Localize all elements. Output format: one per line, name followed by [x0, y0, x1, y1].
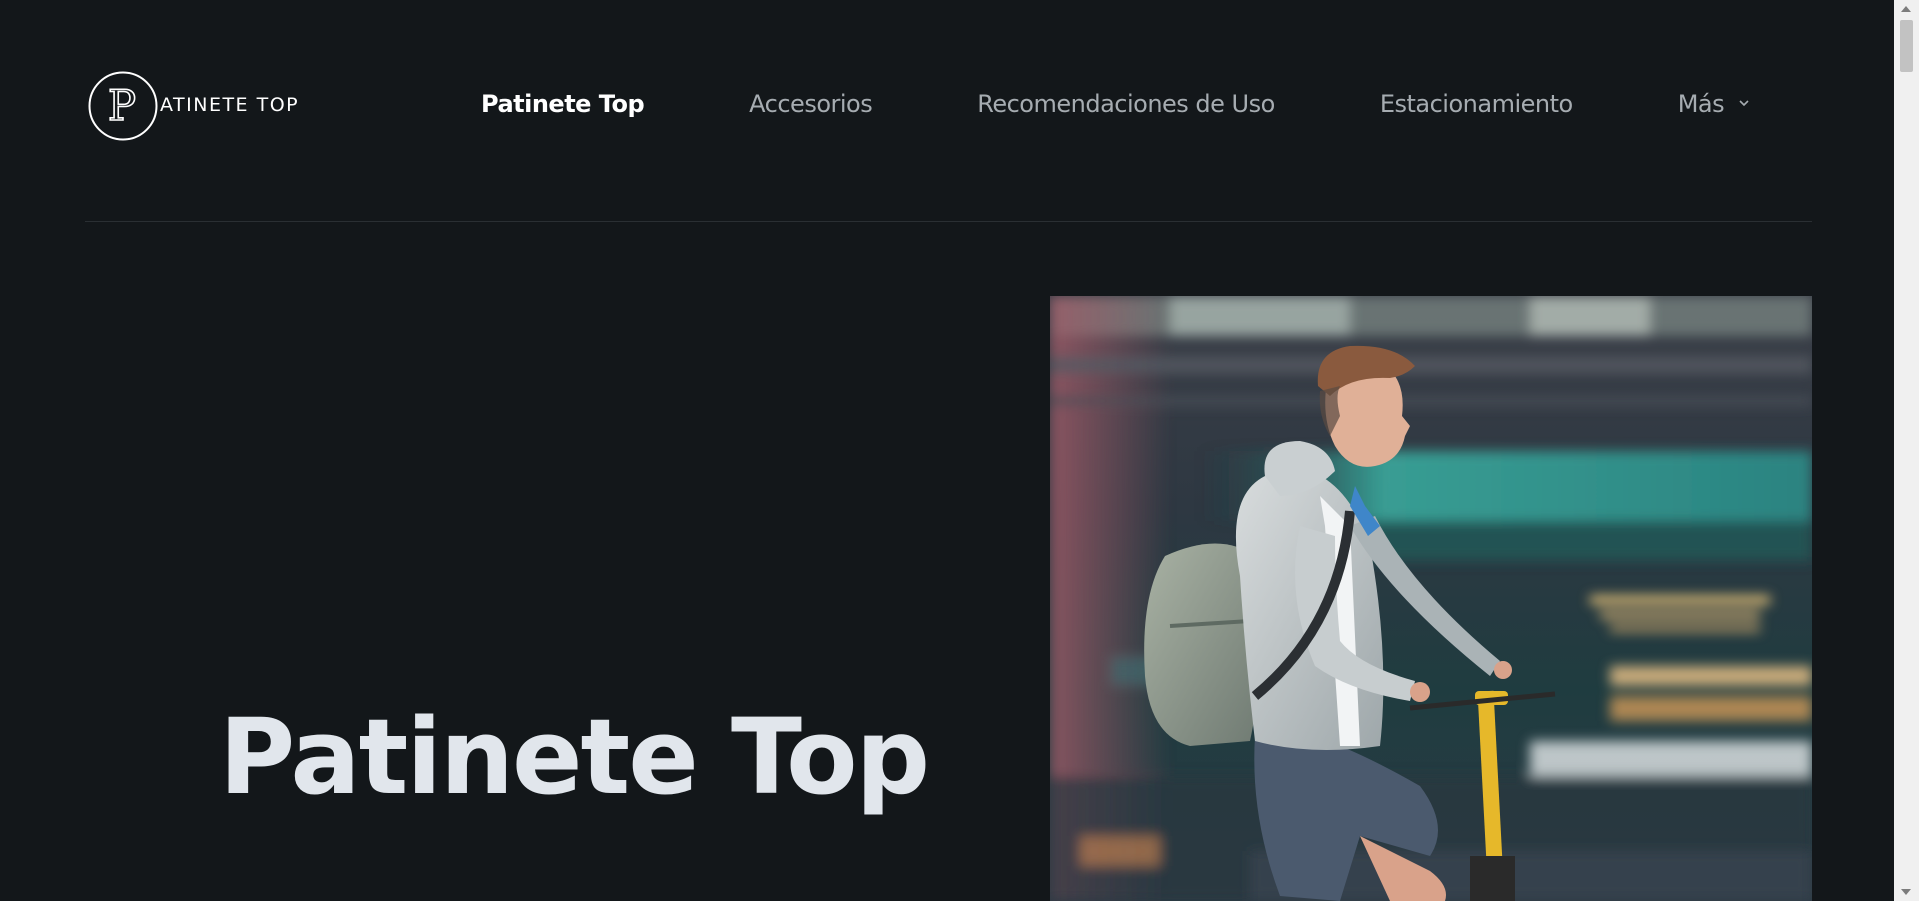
- nav-item-recomendaciones-de-uso[interactable]: Recomendaciones de Uso: [977, 90, 1275, 118]
- nav-more-label: Más: [1677, 90, 1725, 118]
- hero-title: Patinete Top: [219, 696, 930, 818]
- nav-item-accesorios[interactable]: Accesorios: [749, 90, 873, 118]
- page: P ATINETE TOP Patinete Top Accesorios Re…: [0, 0, 1919, 901]
- main-nav: Patinete Top Accesorios Recomendaciones …: [481, 90, 1750, 118]
- site-logo[interactable]: P ATINETE TOP: [88, 71, 299, 141]
- circle-p-logo-icon: P: [88, 71, 158, 141]
- scrollbar-thumb[interactable]: [1900, 20, 1913, 72]
- chevron-down-icon: [1739, 99, 1749, 106]
- vertical-scrollbar[interactable]: [1894, 0, 1919, 901]
- nav-more-dropdown[interactable]: Más: [1678, 90, 1750, 118]
- scroll-up-arrow-icon[interactable]: [1901, 6, 1911, 12]
- logo-wordmark: ATINETE TOP: [160, 93, 300, 116]
- logo-letter: P: [108, 81, 136, 130]
- nav-item-patinete-top[interactable]: Patinete Top: [481, 90, 645, 118]
- nav-item-estacionamiento[interactable]: Estacionamiento: [1380, 90, 1573, 118]
- scroll-down-arrow-icon[interactable]: [1901, 889, 1911, 895]
- scooter-rider-illustration: [1050, 296, 1812, 901]
- site-header: P ATINETE TOP Patinete Top Accesorios Re…: [85, 0, 1812, 222]
- hero-image: [1050, 296, 1812, 901]
